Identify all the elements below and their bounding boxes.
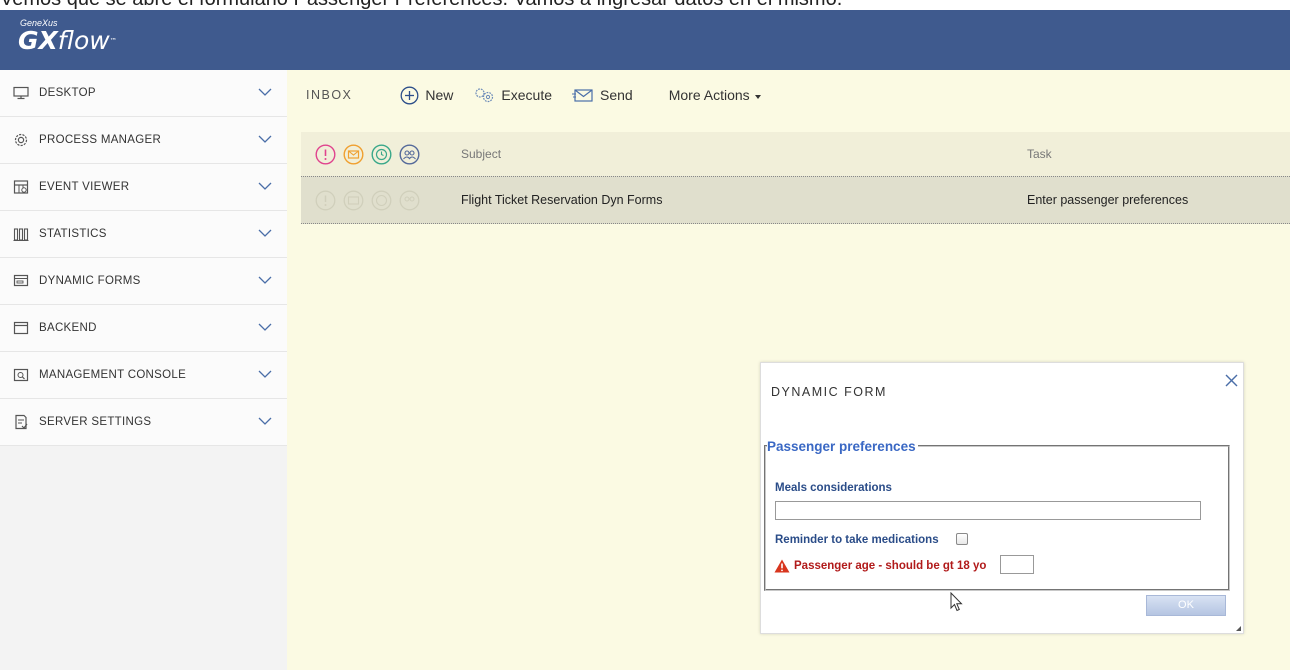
new-label: New xyxy=(425,87,454,103)
gears-icon xyxy=(475,88,494,103)
execute-button[interactable]: Execute xyxy=(473,87,552,103)
users-icon xyxy=(399,190,420,211)
table-row[interactable]: Flight Ticket Reservation Dyn Forms Ente… xyxy=(301,176,1290,224)
chevron-down-icon[interactable] xyxy=(258,416,272,426)
brand-flow: flow xyxy=(57,26,110,55)
chevron-down-icon[interactable] xyxy=(258,87,272,97)
form-icon xyxy=(12,272,30,290)
warning-icon xyxy=(774,559,790,573)
close-icon[interactable] xyxy=(1225,374,1238,392)
fieldset-legend: Passenger preferences xyxy=(767,439,918,454)
resize-handle[interactable] xyxy=(1236,626,1241,631)
envelope-icon xyxy=(572,89,593,102)
settings-doc-icon xyxy=(12,413,30,431)
brand-tm: ™ xyxy=(109,37,117,45)
plus-circle-icon xyxy=(400,86,419,104)
window-icon xyxy=(12,319,30,337)
send-button[interactable]: Send xyxy=(572,87,633,103)
row-subject: Flight Ticket Reservation Dyn Forms xyxy=(461,193,663,207)
brand-gx: GX xyxy=(18,26,58,55)
sidebar-item-process-manager[interactable]: PROCESS MANAGER xyxy=(0,117,287,164)
meals-input[interactable] xyxy=(775,501,1201,520)
calendar-icon xyxy=(12,178,30,196)
users-icon[interactable] xyxy=(399,143,420,165)
age-label-text: Passenger age - should be gt 18 yo xyxy=(794,560,987,572)
bar-chart-icon xyxy=(12,225,30,243)
monitor-icon xyxy=(12,84,30,102)
medications-checkbox[interactable] xyxy=(956,533,968,545)
mouse-cursor-icon xyxy=(950,592,963,612)
caret-down-icon xyxy=(754,94,761,99)
age-input[interactable] xyxy=(1000,555,1034,574)
gear-icon xyxy=(12,131,30,149)
console-icon xyxy=(12,366,30,384)
sidebar-item-backend[interactable]: BACKEND xyxy=(0,305,287,352)
medications-label: Reminder to take medications xyxy=(775,534,939,546)
inbox-grid: Subject Task Flight Ticket Reservation D… xyxy=(301,132,1290,224)
toolbar: INBOX New Execute Send More Actions xyxy=(287,70,1290,120)
sidebar-item-statistics[interactable]: STATISTICS xyxy=(0,211,287,258)
new-button[interactable]: New xyxy=(400,86,453,105)
sidebar-item-management-console[interactable]: MANAGEMENT CONSOLE xyxy=(0,352,287,399)
chevron-down-icon[interactable] xyxy=(258,369,272,379)
sidebar-item-label: STATISTICS xyxy=(39,228,107,240)
app-header: GeneXus GXflow™ xyxy=(0,10,1290,70)
column-header-task[interactable]: Task xyxy=(1027,147,1052,161)
dialog-title: DYNAMIC FORM xyxy=(771,385,887,399)
priority-icon xyxy=(315,190,336,211)
sidebar-item-desktop[interactable]: DESKTOP xyxy=(0,70,287,117)
caption-text: Vemos que se abre el formulario Passenge… xyxy=(0,0,1290,10)
chevron-down-icon[interactable] xyxy=(258,228,272,238)
chevron-down-icon[interactable] xyxy=(258,275,272,285)
chevron-down-icon[interactable] xyxy=(258,181,272,191)
sidebar-item-label: SERVER SETTINGS xyxy=(39,416,152,428)
sidebar-item-label: PROCESS MANAGER xyxy=(39,134,162,146)
sidebar-item-label: MANAGEMENT CONSOLE xyxy=(39,369,187,381)
inbox-title: INBOX xyxy=(306,88,353,102)
meals-label: Meals considerations xyxy=(775,482,892,494)
sidebar-item-label: EVENT VIEWER xyxy=(39,181,130,193)
age-error-label: Passenger age - should be gt 18 yo xyxy=(774,559,986,573)
sidebar: DESKTOP PROCESS MANAGER EVENT VIEWER STA… xyxy=(0,70,287,670)
send-label: Send xyxy=(600,87,633,103)
sidebar-item-server-settings[interactable]: SERVER SETTINGS xyxy=(0,399,287,446)
sidebar-item-label: DESKTOP xyxy=(39,87,96,99)
sidebar-item-label: BACKEND xyxy=(39,322,97,334)
sidebar-item-dynamic-forms[interactable]: DYNAMIC FORMS xyxy=(0,258,287,305)
chevron-down-icon[interactable] xyxy=(258,134,272,144)
message-icon[interactable] xyxy=(343,143,364,165)
sidebar-item-event-viewer[interactable]: EVENT VIEWER xyxy=(0,164,287,211)
clock-icon xyxy=(371,190,392,211)
ok-button[interactable]: OK xyxy=(1146,595,1226,616)
more-actions-dropdown[interactable]: More Actions xyxy=(669,87,761,103)
more-actions-label: More Actions xyxy=(668,87,750,103)
row-task: Enter passenger preferences xyxy=(1027,193,1189,207)
execute-label: Execute xyxy=(501,87,553,103)
gxflow-logo[interactable]: GeneXus GXflow™ xyxy=(18,18,117,54)
message-icon xyxy=(343,190,364,211)
sidebar-item-label: DYNAMIC FORMS xyxy=(39,275,141,287)
column-header-subject[interactable]: Subject xyxy=(461,147,501,161)
passenger-preferences-fieldset: Passenger preferences Meals consideratio… xyxy=(764,439,1230,591)
dynamic-form-dialog: DYNAMIC FORM Passenger preferences Meals… xyxy=(760,362,1244,634)
grid-header: Subject Task xyxy=(301,132,1290,176)
clock-icon[interactable] xyxy=(371,143,392,165)
priority-icon[interactable] xyxy=(315,143,336,165)
chevron-down-icon[interactable] xyxy=(258,322,272,332)
